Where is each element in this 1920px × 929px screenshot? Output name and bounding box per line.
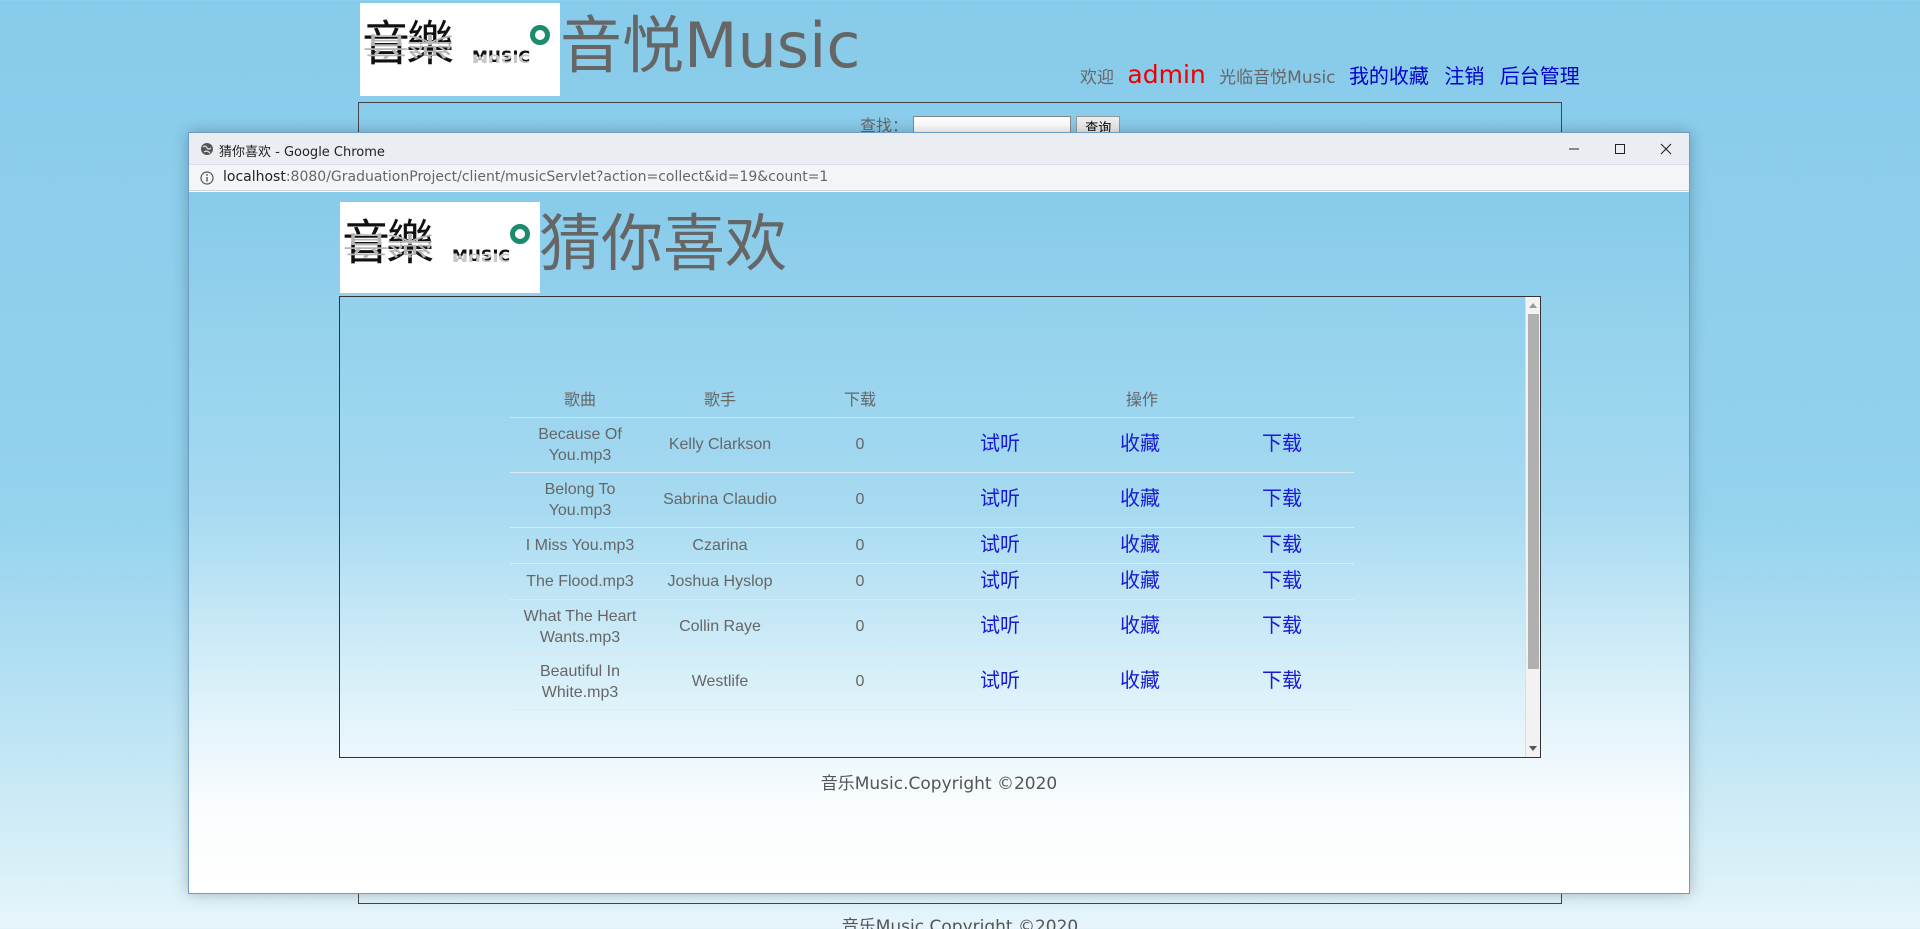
- greeting-text: 光临音悦Music: [1219, 68, 1336, 88]
- favorite-link[interactable]: 收藏: [1120, 486, 1160, 510]
- scroll-up-icon[interactable]: [1529, 303, 1537, 308]
- admin-link[interactable]: 后台管理: [1500, 64, 1580, 88]
- page-footer: 音乐Music.Copyright ©2020: [841, 917, 1079, 929]
- song-list-frame[interactable]: 歌曲 歌手 下载 操作 Because Of You.mp3 Kelly Cla…: [339, 296, 1541, 758]
- download-count: 0: [790, 527, 930, 564]
- minimize-button[interactable]: [1551, 133, 1597, 165]
- song-table: 歌曲 歌手 下载 操作 Because Of You.mp3 Kelly Cla…: [510, 379, 1354, 710]
- header-song: 歌曲: [510, 379, 650, 418]
- favorite-link[interactable]: 收藏: [1120, 568, 1160, 592]
- download-link[interactable]: 下载: [1262, 613, 1302, 637]
- artist-name: Czarina: [650, 527, 790, 564]
- window-title: 猜你喜欢 - Google Chrome: [219, 145, 385, 160]
- maximize-icon: [1615, 144, 1625, 154]
- listen-link[interactable]: 试听: [980, 532, 1020, 556]
- song-name: Belong To You.mp3: [510, 472, 650, 528]
- download-link[interactable]: 下载: [1262, 568, 1302, 592]
- favorite-link[interactable]: 收藏: [1120, 532, 1160, 556]
- url-path: :8080/GraduationProject/client/musicServ…: [285, 169, 829, 185]
- my-favorites-link[interactable]: 我的收藏: [1349, 64, 1429, 88]
- song-name: Because Of You.mp3: [510, 417, 650, 473]
- listen-link[interactable]: 试听: [980, 668, 1020, 692]
- artist-name: Collin Raye: [650, 599, 790, 655]
- header-actions: 操作: [930, 379, 1354, 418]
- download-link[interactable]: 下载: [1262, 668, 1302, 692]
- song-name: I Miss You.mp3: [510, 527, 650, 564]
- address-bar[interactable]: localhost:8080/GraduationProject/client/…: [189, 165, 1689, 191]
- listen-link[interactable]: 试听: [980, 486, 1020, 510]
- table-row: Beautiful In White.mp3 Westlife 0 试听 收藏 …: [510, 654, 1354, 710]
- username: admin: [1127, 60, 1206, 89]
- artist-name: Joshua Hyslop: [650, 563, 790, 600]
- download-count: 0: [790, 472, 930, 528]
- close-button[interactable]: [1643, 133, 1689, 165]
- logout-link[interactable]: 注销: [1444, 64, 1484, 88]
- close-icon: [1660, 143, 1672, 155]
- download-link[interactable]: 下载: [1262, 532, 1302, 556]
- download-count: 0: [790, 563, 930, 600]
- popup-window: 猜你喜欢 - Google Chrome localhost:8080/Grad…: [188, 132, 1690, 894]
- table-row: Belong To You.mp3 Sabrina Claudio 0 试听 收…: [510, 472, 1354, 528]
- table-row: I Miss You.mp3 Czarina 0 试听 收藏 下载: [510, 527, 1354, 564]
- listen-link[interactable]: 试听: [980, 431, 1020, 455]
- logo-en-reflection: MUSIC: [452, 250, 511, 264]
- logo-circle-icon: [510, 224, 530, 244]
- artist-name: Westlife: [650, 654, 790, 710]
- logo-cn-reflection: 音樂: [342, 228, 431, 260]
- maximize-button[interactable]: [1597, 133, 1643, 165]
- logo-en-reflection: MUSIC: [472, 51, 531, 65]
- download-link[interactable]: 下载: [1262, 486, 1302, 510]
- table-header-row: 歌曲 歌手 下载 操作: [510, 379, 1354, 418]
- logo-circle-icon: [530, 25, 550, 45]
- song-rows: Because Of You.mp3 Kelly Clarkson 0 试听 收…: [510, 417, 1354, 710]
- song-name: What The Heart Wants.mp3: [510, 599, 650, 655]
- download-count: 0: [790, 417, 930, 473]
- download-count: 0: [790, 599, 930, 655]
- download-count: 0: [790, 654, 930, 710]
- scrollbar-thumb[interactable]: [1528, 314, 1539, 669]
- scroll-down-icon[interactable]: [1529, 746, 1537, 751]
- artist-name: Sabrina Claudio: [650, 472, 790, 528]
- popup-footer: 音乐Music.Copyright ©2020: [820, 774, 1058, 794]
- listen-link[interactable]: 试听: [980, 568, 1020, 592]
- header-downloads: 下载: [790, 379, 930, 418]
- minimize-icon: [1569, 148, 1579, 150]
- top-nav: 欢迎 admin 光临音悦Music 我的收藏 注销 后台管理: [1080, 60, 1590, 90]
- welcome-text: 欢迎: [1080, 68, 1114, 88]
- logo-cn-reflection: 音樂: [362, 29, 451, 61]
- favorite-link[interactable]: 收藏: [1120, 668, 1160, 692]
- popup-page-title: 猜你喜欢: [539, 207, 788, 280]
- globe-icon: [201, 143, 213, 155]
- site-logo: 音樂 音樂 MUSIC MUSIC: [360, 3, 560, 96]
- table-row: What The Heart Wants.mp3 Collin Raye 0 试…: [510, 599, 1354, 655]
- url-text[interactable]: localhost:8080/GraduationProject/client/…: [223, 169, 828, 185]
- song-name: The Flood.mp3: [510, 563, 650, 600]
- table-row: The Flood.mp3 Joshua Hyslop 0 试听 收藏 下载: [510, 563, 1354, 600]
- vertical-scrollbar[interactable]: [1525, 297, 1540, 757]
- favorite-link[interactable]: 收藏: [1120, 431, 1160, 455]
- page-viewport: 音樂 音樂 MUSIC MUSIC 猜你喜欢 歌曲 歌手 下载 操作 Becau…: [189, 192, 1689, 893]
- window-titlebar[interactable]: 猜你喜欢 - Google Chrome: [189, 133, 1689, 165]
- download-link[interactable]: 下载: [1262, 431, 1302, 455]
- song-name: Beautiful In White.mp3: [510, 654, 650, 710]
- site-logo: 音樂 音樂 MUSIC MUSIC: [340, 202, 540, 293]
- table-row: Because Of You.mp3 Kelly Clarkson 0 试听 收…: [510, 417, 1354, 473]
- page-title: 音悦Music: [560, 9, 861, 82]
- listen-link[interactable]: 试听: [980, 613, 1020, 637]
- header-artist: 歌手: [650, 379, 790, 418]
- url-host: localhost: [223, 169, 286, 185]
- favorite-link[interactable]: 收藏: [1120, 613, 1160, 637]
- info-icon[interactable]: [200, 171, 214, 185]
- artist-name: Kelly Clarkson: [650, 417, 790, 473]
